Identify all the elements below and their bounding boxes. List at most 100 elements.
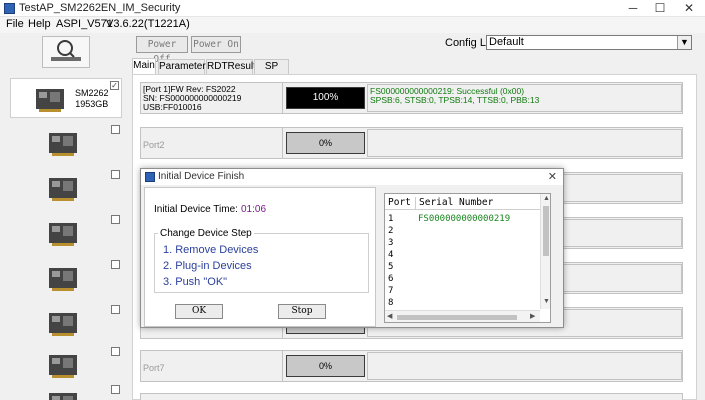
device-time-label: Initial Device Time: (154, 204, 238, 215)
config-list-select[interactable]: Default ▼ (486, 35, 692, 50)
menu-aspi[interactable]: ASPI_V571 (56, 18, 113, 30)
ssd-board-icon (49, 133, 77, 156)
device-slot-4[interactable] (10, 213, 122, 253)
power-off-button[interactable]: Power Off (136, 36, 188, 65)
dialog-title-bar: Initial Device Finish ✕ (141, 169, 563, 185)
maximize-button[interactable]: ☐ (652, 1, 668, 15)
slot-checkbox[interactable] (111, 305, 120, 314)
device-slot-8[interactable] (10, 383, 122, 400)
device-panel: SM2262 1953GB ✓ (0, 33, 130, 400)
change-step-legend: Change Device Step (158, 228, 254, 239)
port-label: Port7 (141, 351, 283, 381)
scroll-up-icon[interactable]: ▲ (543, 195, 550, 202)
tab-main[interactable]: Main (132, 58, 156, 75)
horizontal-scrollbar[interactable]: ◀ ▶ (385, 310, 540, 322)
slot-checkbox[interactable] (111, 215, 120, 224)
port-row-2: Port2 0% (140, 127, 683, 159)
vertical-scrollbar[interactable]: ▲ ▼ (540, 194, 550, 309)
row-port: 4 (388, 250, 394, 260)
scroll-right-icon[interactable]: ▶ (530, 312, 535, 320)
row-port: 5 (388, 262, 394, 272)
slot-checkbox[interactable] (111, 170, 120, 179)
tab-sp-tool[interactable]: SP Tool (254, 59, 289, 86)
dialog-title: Initial Device Finish (158, 171, 245, 182)
window-title: TestAP_SM2262EN_IM_Security (19, 2, 181, 14)
slot-checkbox[interactable] (111, 385, 120, 394)
port-info: [Port 1]FW Rev: FS2022 SN: FS00000000000… (141, 83, 283, 113)
close-icon[interactable]: ✕ (548, 170, 557, 183)
row-serial: FS000000000000219 (418, 214, 511, 224)
row-port: 3 (388, 238, 394, 248)
list-item[interactable]: 5 (385, 262, 540, 273)
list-item[interactable]: 1 FS000000000000219 (385, 214, 540, 225)
app-version: V3.6.22(T1221A) (106, 18, 190, 30)
device-slot-3[interactable] (10, 168, 122, 208)
slot-checkbox[interactable]: ✓ (110, 81, 119, 90)
config-list-value: Default (489, 36, 524, 48)
port-status: FS000000000000219: Successful (0x00) SPS… (367, 84, 682, 112)
device-slot-5[interactable] (10, 258, 122, 298)
device-slot-6[interactable] (10, 303, 122, 343)
status-line: SPSB:6, STSB:0, TPSB:14, TTSB:0, PBB:13 (370, 95, 540, 105)
serial-list[interactable]: Port Serial Number 1 FS000000000000219 2 … (384, 193, 551, 323)
menu-file[interactable]: File (6, 18, 24, 30)
col-serial[interactable]: Serial Number (419, 197, 493, 208)
close-button[interactable]: ✕ (681, 1, 697, 15)
port-row-7: Port7 0% (140, 350, 683, 382)
port-progress: 100% (286, 87, 365, 109)
list-item[interactable]: 2 (385, 226, 540, 237)
menu-bar: File Help ASPI_V571 V3.6.22(T1221A) (0, 17, 705, 33)
slot-checkbox[interactable] (111, 347, 120, 356)
scan-devices-button[interactable] (42, 36, 90, 68)
ssd-board-icon (49, 223, 77, 246)
ssd-board-icon (36, 89, 64, 112)
port-status (367, 352, 682, 380)
port-row-8 (140, 393, 683, 400)
tab-rdtresult[interactable]: RDTResult (206, 59, 256, 74)
list-item[interactable]: 4 (385, 250, 540, 261)
list-item[interactable]: 8 (385, 298, 540, 309)
slot-checkbox[interactable] (111, 125, 120, 134)
scroll-thumb[interactable] (397, 315, 517, 320)
device-slot-1[interactable]: SM2262 1953GB ✓ (10, 78, 122, 118)
list-header: Port Serial Number (385, 197, 540, 210)
list-item[interactable]: 6 (385, 274, 540, 285)
col-port[interactable]: Port (388, 197, 411, 208)
port-usb: USB:FF010016 (143, 102, 202, 112)
minimize-button[interactable]: ─ (625, 1, 641, 15)
device-time-value: 01:06 (241, 204, 267, 215)
port-progress: 0% (286, 132, 365, 154)
device-slot-2[interactable] (10, 123, 122, 163)
menu-help[interactable]: Help (28, 18, 51, 30)
dialog-body: Initial Device Time: 01:06 Change Device… (144, 187, 376, 327)
app-icon (145, 172, 155, 182)
chevron-down-icon[interactable]: ▼ (677, 36, 691, 49)
port-status (367, 129, 682, 157)
list-item[interactable]: 7 (385, 286, 540, 297)
tab-parameter[interactable]: Parameter (158, 59, 206, 74)
ssd-board-icon (49, 178, 77, 201)
column-divider (415, 197, 416, 210)
row-port: 8 (388, 298, 394, 308)
ssd-board-icon (49, 268, 77, 291)
app-icon (4, 3, 15, 14)
scroll-left-icon[interactable]: ◀ (387, 312, 392, 320)
stop-button[interactable]: Stop (278, 304, 326, 319)
initial-device-dialog: Initial Device Finish ✕ Initial Device T… (140, 168, 564, 328)
device-slot-7[interactable] (10, 345, 122, 385)
power-on-button[interactable]: Power On (191, 36, 241, 53)
ok-button[interactable]: OK (175, 304, 223, 319)
ssd-board-icon (49, 355, 77, 378)
scroll-down-icon[interactable]: ▼ (543, 298, 550, 305)
slot-checkbox[interactable] (111, 260, 120, 269)
slot-model: SM2262 (75, 88, 109, 98)
magnifier-icon (51, 40, 81, 61)
ssd-board-icon (49, 313, 77, 336)
row-port: 2 (388, 226, 394, 236)
step-push-ok: 3. Push "OK" (163, 276, 228, 288)
scroll-thumb[interactable] (543, 206, 549, 256)
title-bar: TestAP_SM2262EN_IM_Security ─ ☐ ✕ (0, 0, 705, 17)
row-port: 1 (388, 214, 394, 224)
ssd-board-icon (49, 393, 77, 400)
list-item[interactable]: 3 (385, 238, 540, 249)
